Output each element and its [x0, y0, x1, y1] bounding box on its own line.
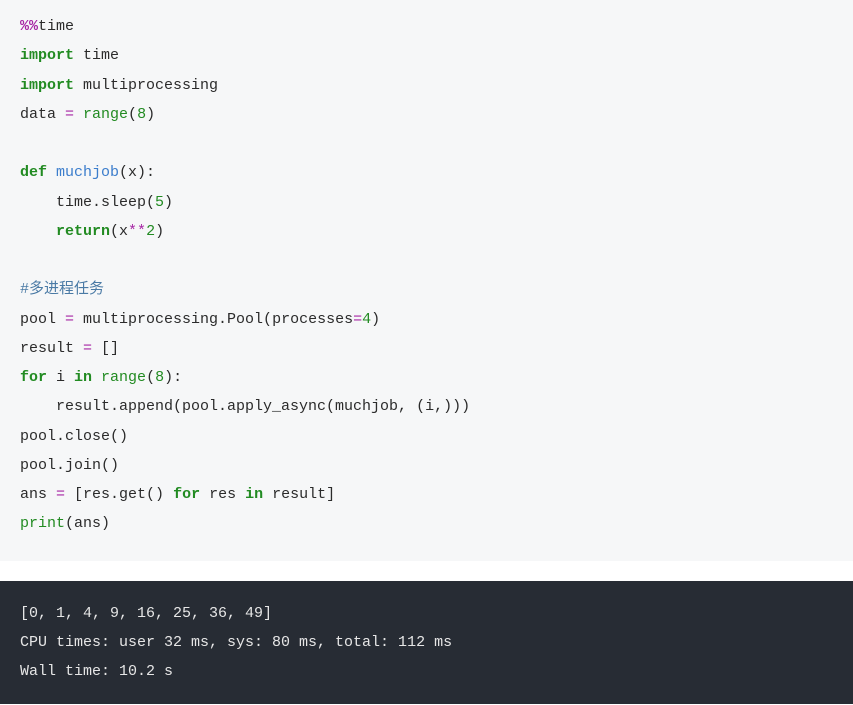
tok-data: data [20, 106, 65, 123]
kw-for-2: for [173, 486, 200, 503]
kw-in-1: in [74, 369, 92, 386]
num-8-1: 8 [137, 106, 146, 123]
op-eq-1: = [65, 106, 74, 123]
magic-time: time [38, 18, 74, 35]
magic-pct: %% [20, 18, 38, 35]
op-eq-3: = [353, 311, 362, 328]
ret-open: (x [110, 223, 128, 240]
kw-import-2: import [20, 77, 74, 94]
fn-print: print [20, 515, 65, 532]
pool-c: ) [371, 311, 380, 328]
append-line: result.append(pool.apply_async(muchjob, … [20, 398, 470, 415]
op-eq-4: = [83, 340, 92, 357]
for-rp: ): [164, 369, 182, 386]
ans-c: res [200, 486, 245, 503]
op-eq-2: = [65, 311, 74, 328]
num-8-2: 8 [155, 369, 164, 386]
kw-in-2: in [245, 486, 263, 503]
output-line-1: [0, 1, 4, 9, 16, 25, 36, 49] [20, 605, 272, 622]
ret-indent [20, 223, 56, 240]
comment: #多进程任务 [20, 281, 104, 298]
sleep-a: time.sleep( [20, 194, 155, 211]
mod-time: time [74, 47, 119, 64]
join-line: pool.join() [20, 457, 119, 474]
res-b: [] [92, 340, 119, 357]
fn-range-1: range [74, 106, 128, 123]
ans-a: ans [20, 486, 56, 503]
output-cell: [0, 1, 4, 9, 16, 25, 36, 49] CPU times: … [0, 581, 853, 705]
rp-1: ) [146, 106, 155, 123]
ans-d: result] [263, 486, 335, 503]
mod-mp: multiprocessing [74, 77, 218, 94]
num-2: 2 [146, 223, 155, 240]
ans-b: [res.get() [65, 486, 173, 503]
lp-1: ( [128, 106, 137, 123]
print-arg: (ans) [65, 515, 110, 532]
res-a: result [20, 340, 83, 357]
kw-import-1: import [20, 47, 74, 64]
param-x: (x): [119, 164, 155, 181]
num-4: 4 [362, 311, 371, 328]
op-pow: ** [128, 223, 146, 240]
op-eq-5: = [56, 486, 65, 503]
output-line-3: Wall time: 10.2 s [20, 663, 173, 680]
fn-range-2: range [92, 369, 146, 386]
pool-a: pool [20, 311, 65, 328]
ret-close: ) [155, 223, 164, 240]
output-line-2: CPU times: user 32 ms, sys: 80 ms, total… [20, 634, 452, 651]
pool-b: multiprocessing.Pool(processes [74, 311, 353, 328]
num-5: 5 [155, 194, 164, 211]
for-lp: ( [146, 369, 155, 386]
kw-for-1: for [20, 369, 47, 386]
close-line: pool.close() [20, 428, 128, 445]
kw-def: def [20, 164, 47, 181]
sleep-b: ) [164, 194, 173, 211]
code-cell: %%time import time import multiprocessin… [0, 0, 853, 561]
kw-return: return [56, 223, 110, 240]
fn-muchjob: muchjob [47, 164, 119, 181]
for-i: i [47, 369, 74, 386]
